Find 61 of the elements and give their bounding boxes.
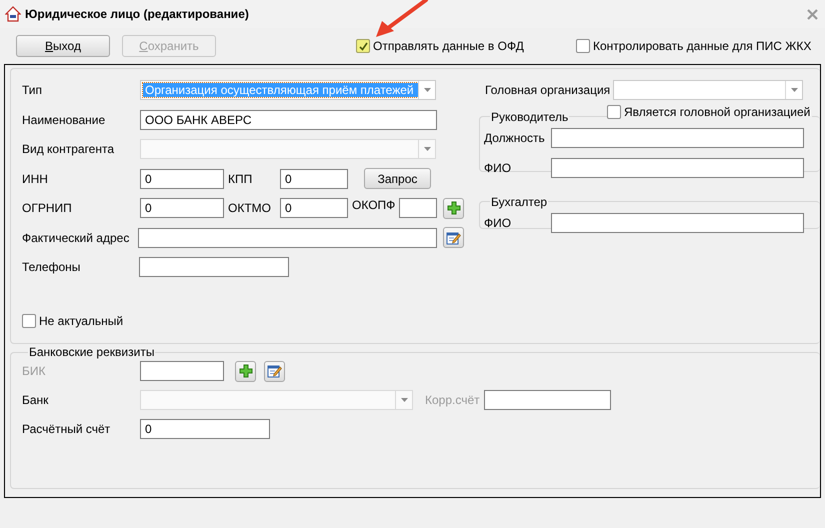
input-field[interactable]: 0 (280, 168, 348, 188)
group-title: Бухгалтер (490, 194, 548, 208)
field-label: Тип (22, 83, 44, 97)
input-field[interactable] (551, 212, 804, 232)
input-field[interactable]: ООО БАНК АВЕРС (140, 110, 437, 130)
field-label: Расчётный счёт (22, 422, 112, 436)
field-label: ОГРНИП (22, 201, 73, 215)
checkbox-label: Отправлять данные в ОФД (373, 39, 524, 53)
field-label: ОКТМО (228, 201, 272, 215)
checkbox-label: Не актуальный (39, 314, 124, 328)
field-label: ФИО (484, 216, 512, 230)
toolbar-button[interactable]: Выход (16, 35, 110, 57)
field-label: КПП (228, 172, 254, 186)
window-title: Юридическое лицо (редактирование) (25, 7, 250, 21)
checkbox[interactable] (356, 39, 370, 53)
field-label: ИНН (22, 172, 49, 186)
input-field[interactable] (551, 158, 804, 178)
caret-icon (424, 88, 430, 92)
add-button[interactable] (443, 198, 464, 218)
input-field[interactable]: 0 (280, 198, 348, 218)
notepad-pencil-icon (446, 230, 461, 244)
add-button[interactable] (235, 360, 256, 382)
input-field[interactable] (138, 228, 437, 248)
close-icon (807, 8, 818, 20)
edit-button[interactable] (264, 360, 285, 382)
group-title: Банковские реквизиты (28, 345, 156, 359)
close-button[interactable] (806, 8, 819, 20)
input-field[interactable] (551, 128, 804, 148)
caret-icon (424, 147, 430, 151)
edit-button[interactable] (443, 227, 464, 248)
field-label: Фактический адрес (22, 230, 130, 244)
input-field[interactable] (484, 390, 611, 410)
field-label: Вид контрагента (22, 142, 116, 156)
field-label: ОКОПФ (352, 198, 396, 212)
notepad-pencil-icon (267, 364, 282, 378)
group-title: Руководитель (490, 110, 570, 124)
field-label: ФИО (484, 160, 512, 174)
caret-icon (790, 88, 798, 92)
field-label: Должность (484, 130, 546, 144)
field-label: БИК (22, 364, 46, 378)
plus-icon (446, 201, 461, 215)
caret-icon (400, 398, 408, 402)
field-label: Наименование (22, 112, 106, 126)
input-field[interactable] (139, 257, 289, 277)
plus-icon (238, 364, 252, 378)
input-field[interactable] (140, 361, 224, 381)
input-field[interactable]: 0 (140, 168, 224, 188)
request-button[interactable]: Запрос (364, 168, 431, 189)
field-label: Телефоны (22, 260, 82, 274)
house-icon (5, 6, 21, 22)
input-field[interactable]: 0 (140, 419, 270, 439)
field-label: Банк (22, 393, 50, 407)
checkbox[interactable] (607, 105, 621, 119)
checkbox-label: Контролировать данные для ПИС ЖКХ (593, 39, 812, 53)
input-field[interactable] (399, 198, 438, 218)
checkbox[interactable] (22, 314, 36, 328)
field-label: Головная организация (485, 83, 610, 97)
checkbox-label: Является головной организацией (624, 105, 810, 119)
input-field[interactable]: 0 (140, 198, 224, 218)
checkbox[interactable] (576, 39, 590, 53)
field-label: Корр.счёт (425, 393, 481, 407)
